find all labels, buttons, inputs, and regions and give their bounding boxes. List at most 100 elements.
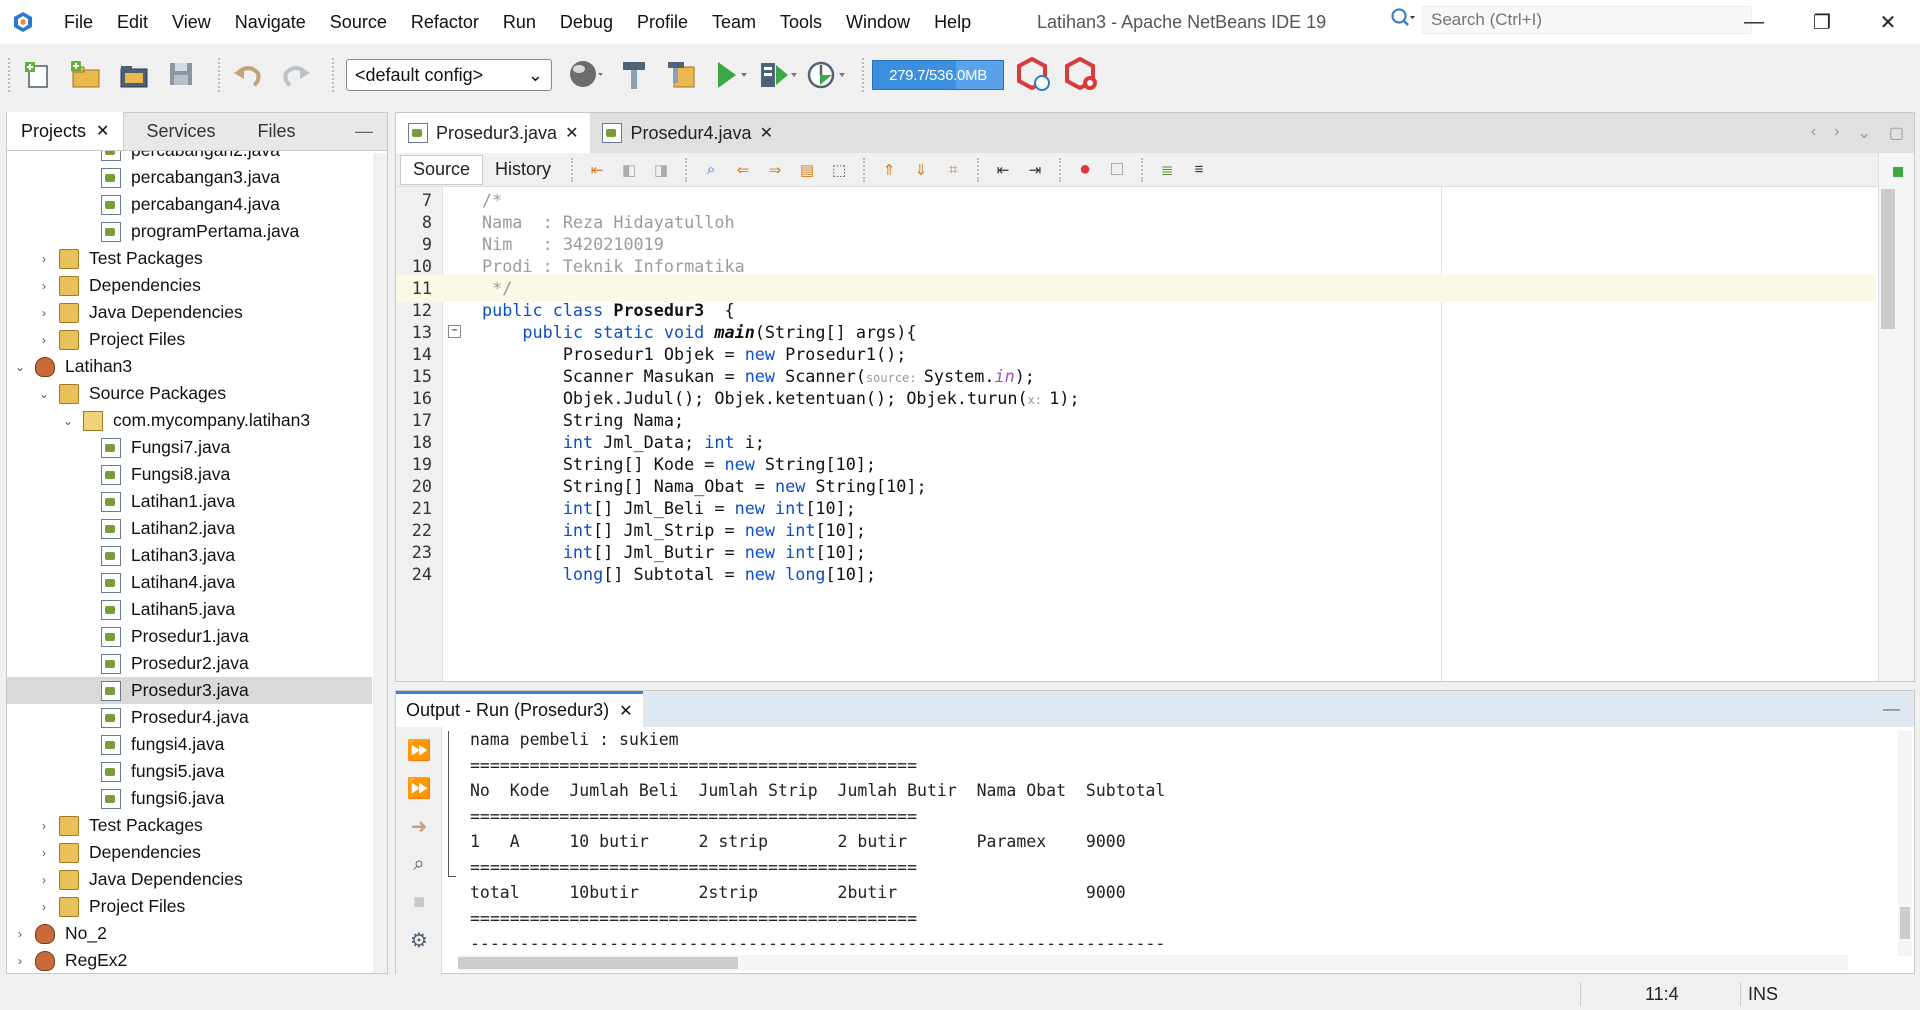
redo-button[interactable]: [276, 55, 316, 95]
menu-view[interactable]: View: [160, 12, 223, 33]
search-input[interactable]: [1422, 6, 1752, 34]
tree-item[interactable]: › No_2: [7, 920, 372, 947]
new-project-button[interactable]: [66, 55, 106, 95]
gc-button[interactable]: [1014, 55, 1054, 95]
tree-item[interactable]: ⌄ Source Packages: [7, 380, 372, 407]
undo-button[interactable]: [228, 55, 268, 95]
tree-item[interactable]: › Project Files: [7, 893, 372, 920]
stop-macro-icon[interactable]: □: [1105, 158, 1129, 181]
fold-icon[interactable]: −: [448, 325, 461, 338]
rect-select-icon[interactable]: ⬚: [827, 159, 851, 181]
record-macro-icon[interactable]: ●: [1073, 158, 1097, 181]
menu-run[interactable]: Run: [491, 12, 548, 33]
tree-item[interactable]: fungsi5.java: [7, 758, 372, 785]
expand-icon[interactable]: ›: [37, 900, 51, 914]
tree-item[interactable]: Latihan4.java: [7, 569, 372, 596]
menu-help[interactable]: Help: [922, 12, 983, 33]
menu-debug[interactable]: Debug: [548, 12, 625, 33]
editor-scrollbar[interactable]: [1878, 153, 1914, 681]
toggle-highlight-icon[interactable]: ▤: [795, 159, 819, 181]
output-console[interactable]: nama pembeli : sukiem ===================…: [470, 727, 1870, 953]
tree-item[interactable]: Fungsi7.java: [7, 434, 372, 461]
tab-output-run[interactable]: Output - Run (Prosedur3) ✕: [396, 691, 643, 727]
tab-history[interactable]: History: [483, 155, 563, 185]
tree-item[interactable]: Latihan1.java: [7, 488, 372, 515]
tree-item[interactable]: Latihan2.java: [7, 515, 372, 542]
scrollbar-thumb[interactable]: [1900, 907, 1910, 939]
tab-files[interactable]: Files: [237, 112, 315, 150]
tree-item[interactable]: Latihan5.java: [7, 596, 372, 623]
collapse-icon[interactable]: ⌄: [61, 414, 75, 428]
search-icon[interactable]: [1390, 7, 1416, 34]
tree-item[interactable]: Latihan3.java: [7, 542, 372, 569]
tree-item[interactable]: › Test Packages: [7, 812, 372, 839]
find-previous-icon[interactable]: ⇐: [731, 159, 755, 181]
tab-prosedur3[interactable]: Prosedur3.java ✕: [396, 113, 591, 153]
tree-item[interactable]: percabangan2.java: [7, 151, 372, 164]
close-icon[interactable]: ✕: [565, 123, 578, 143]
tree-item[interactable]: percabangan3.java: [7, 164, 372, 191]
expand-icon[interactable]: ›: [37, 252, 51, 266]
stop-icon[interactable]: ■: [404, 887, 434, 917]
tab-services[interactable]: Services: [124, 112, 237, 150]
scroll-left-icon[interactable]: ‹: [1811, 123, 1816, 143]
menu-navigate[interactable]: Navigate: [223, 12, 318, 33]
menu-profile[interactable]: Profile: [625, 12, 700, 33]
tab-projects[interactable]: Projects ✕: [7, 112, 125, 150]
close-icon[interactable]: ✕: [619, 701, 632, 721]
tree-item[interactable]: › RegEx2: [7, 947, 372, 971]
tree-item[interactable]: › Dependencies: [7, 839, 372, 866]
next-bookmark-icon[interactable]: ⇓: [909, 159, 933, 181]
menu-team[interactable]: Team: [700, 12, 768, 33]
expand-icon[interactable]: ›: [37, 873, 51, 887]
tab-prosedur4[interactable]: Prosedur4.java ✕: [590, 113, 784, 153]
expand-icon[interactable]: ›: [37, 846, 51, 860]
menu-file[interactable]: File: [52, 12, 105, 33]
collapse-icon[interactable]: ⌄: [13, 360, 27, 374]
comment-icon[interactable]: ≣: [1155, 159, 1179, 181]
back-icon[interactable]: ◧: [617, 159, 641, 181]
find-icon[interactable]: ⌕: [699, 159, 723, 181]
forward-icon[interactable]: ◨: [649, 159, 673, 181]
minimize-panel-button[interactable]: —: [1883, 699, 1900, 719]
tree-item[interactable]: › Test Packages: [7, 245, 372, 272]
expand-icon[interactable]: ›: [37, 279, 51, 293]
expand-icon[interactable]: ›: [37, 306, 51, 320]
scroll-right-icon[interactable]: ›: [1834, 123, 1839, 143]
expand-icon[interactable]: ›: [37, 333, 51, 347]
new-file-button[interactable]: [18, 55, 58, 95]
run-button[interactable]: [710, 55, 750, 95]
collapse-icon[interactable]: ⌄: [37, 387, 51, 401]
tab-source[interactable]: Source: [400, 154, 484, 185]
minimize-panel-button[interactable]: —: [341, 112, 387, 150]
menu-source[interactable]: Source: [318, 12, 399, 33]
toggle-bookmark-icon[interactable]: ⌗: [941, 159, 965, 181]
scrollbar-thumb[interactable]: [1881, 189, 1895, 329]
minimize-window-button[interactable]: —: [1722, 0, 1786, 44]
tree-item[interactable]: › Java Dependencies: [7, 866, 372, 893]
rerun-with-params-icon[interactable]: ⏩: [404, 773, 434, 803]
globe-button[interactable]: [566, 55, 606, 95]
maximize-window-button[interactable]: ❐: [1790, 0, 1854, 44]
tree-item[interactable]: Prosedur3.java: [7, 677, 372, 704]
tree-item[interactable]: Fungsi8.java: [7, 461, 372, 488]
continue-icon[interactable]: ➜: [404, 811, 434, 841]
maximize-icon[interactable]: ▢: [1889, 123, 1904, 143]
tree-item[interactable]: percabangan4.java: [7, 191, 372, 218]
shift-right-icon[interactable]: ⇥: [1023, 159, 1047, 181]
build-button[interactable]: [614, 55, 654, 95]
expand-icon[interactable]: ›: [37, 819, 51, 833]
tree-item[interactable]: ⌄ com.mycompany.latihan3: [7, 407, 372, 434]
tree-item[interactable]: fungsi4.java: [7, 731, 372, 758]
expand-icon[interactable]: ›: [13, 927, 27, 941]
uncomment-icon[interactable]: ≡: [1187, 159, 1211, 181]
tree-item[interactable]: Prosedur4.java: [7, 704, 372, 731]
shift-left-icon[interactable]: ⇤: [991, 159, 1015, 181]
menu-tools[interactable]: Tools: [768, 12, 834, 33]
tree-item[interactable]: fungsi6.java: [7, 785, 372, 812]
tree-item[interactable]: › Java Dependencies: [7, 299, 372, 326]
output-vscrollbar[interactable]: [1898, 731, 1912, 956]
menu-edit[interactable]: Edit: [105, 12, 160, 33]
tree-item[interactable]: Prosedur2.java: [7, 650, 372, 677]
save-all-button[interactable]: [162, 55, 202, 95]
